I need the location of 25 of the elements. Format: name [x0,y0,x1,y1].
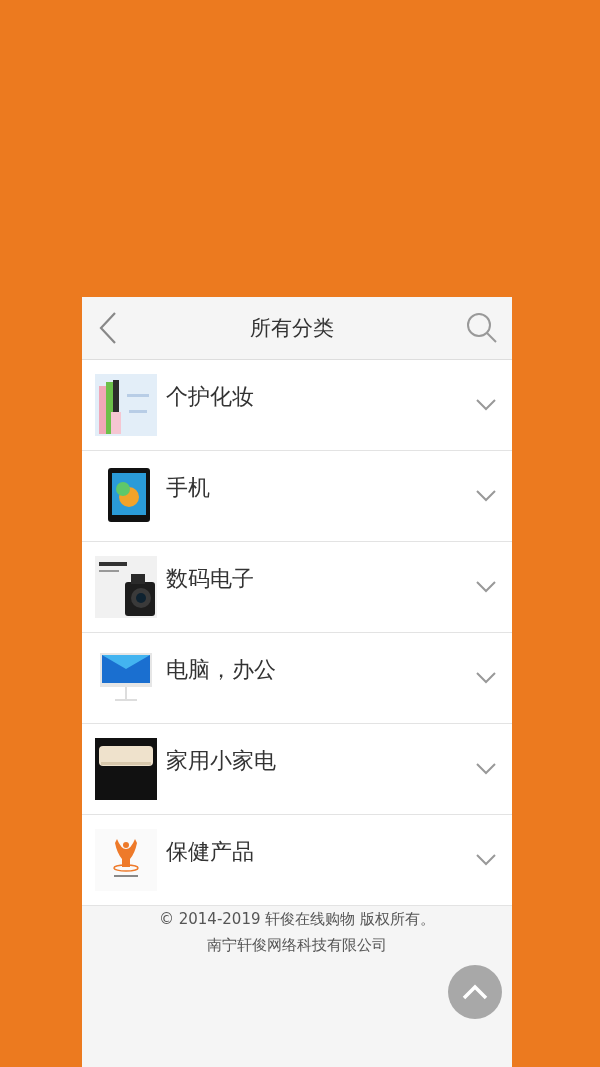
category-label: 数码电子 [166,565,255,593]
company-name: 南宁轩俊网络科技有限公司 [207,935,387,955]
chevron-icon[interactable] [476,490,496,502]
category-label: 手机 [166,474,211,502]
chevron-icon[interactable] [476,672,496,684]
chevron-icon[interactable] [476,854,496,866]
back-icon[interactable] [98,311,118,345]
category-item[interactable]: 数码电子 [82,542,512,633]
scroll-top-button[interactable] [448,965,502,1019]
category-label: 个护化妆 [166,383,255,411]
search-icon[interactable] [466,312,498,344]
copyright-text: © 2014-2019 轩俊在线购物 版权所有。 [158,909,436,929]
category-item[interactable]: 保健产品 [82,815,512,906]
chevron-icon[interactable] [476,399,496,411]
category-label: 保健产品 [166,838,255,866]
chevron-icon[interactable] [476,581,496,593]
category-item[interactable]: 电脑，办公 [82,633,512,724]
chevron-up-icon [462,984,488,1000]
chevron-icon[interactable] [476,763,496,775]
category-item[interactable]: 家用小家电 [82,724,512,815]
page-title: 所有分类 [250,315,334,342]
category-item[interactable]: 手机 [82,451,512,542]
category-item[interactable]: 个护化妆 [82,360,512,451]
category-label: 电脑，办公 [166,656,277,684]
category-label: 家用小家电 [166,747,277,775]
